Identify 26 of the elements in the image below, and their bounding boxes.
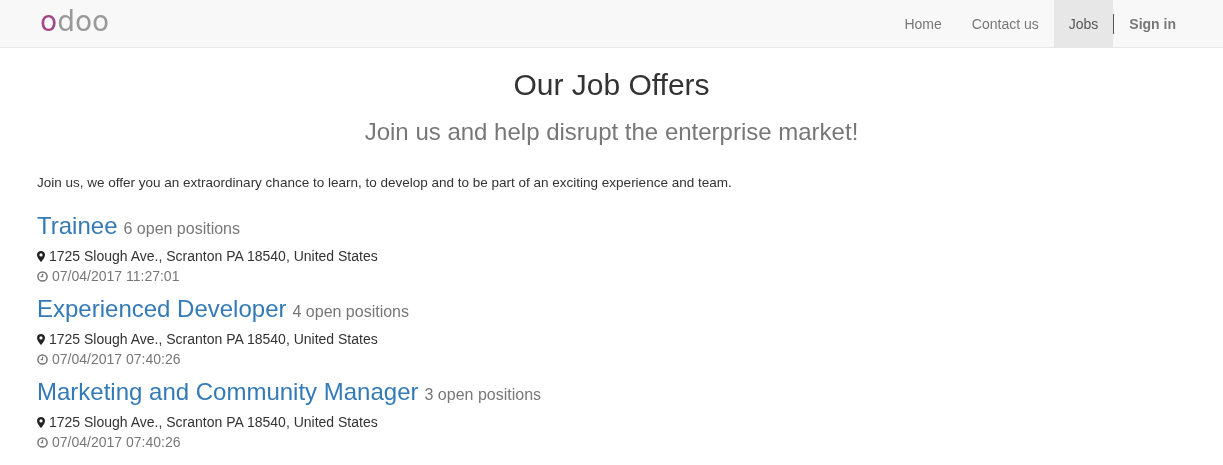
job-title-link[interactable]: Experienced Developer — [37, 295, 287, 323]
map-pin-icon — [37, 250, 45, 262]
job-date: 07/04/2017 07:40:26 — [52, 351, 181, 367]
job-date: 07/04/2017 11:27:01 — [52, 268, 180, 284]
map-pin-icon — [37, 333, 45, 345]
clock-icon — [37, 270, 48, 282]
intro-text: Join us, we offer you an extraordinary chance to learn, to develop and to be part of an exciting experience and team. — [37, 174, 733, 192]
page-subtitle: Join us and help disrupt the enterprise market! — [363, 118, 860, 146]
nav-link[interactable]: Jobs — [1053, 0, 1114, 47]
job-address: 1725 Slough Ave., Scranton PA 18540, United States — [49, 248, 378, 264]
job-date: 07/04/2017 07:40:26 — [52, 434, 181, 450]
job-address: 1725 Slough Ave., Scranton PA 18540, United States — [49, 414, 378, 430]
nav-link[interactable]: Home — [889, 0, 957, 47]
page-title: Our Job Offers — [512, 67, 711, 103]
sign-in-link[interactable]: Sign in — [1114, 0, 1195, 47]
job-title-link[interactable]: Marketing and Community Manager — [37, 378, 419, 406]
clock-icon — [37, 436, 48, 448]
open-positions-count: 6 open positions — [123, 220, 240, 238]
open-positions-count: 4 open positions — [292, 303, 409, 321]
nav-link[interactable]: Contact us — [956, 0, 1054, 47]
clock-icon — [37, 353, 48, 365]
open-positions-count: 3 open positions — [424, 386, 542, 404]
logo[interactable]: odoo — [40, 7, 110, 36]
job-title-link[interactable]: Trainee — [37, 212, 118, 240]
map-pin-icon — [37, 416, 45, 428]
job-address: 1725 Slough Ave., Scranton PA 18540, United States — [49, 331, 378, 347]
